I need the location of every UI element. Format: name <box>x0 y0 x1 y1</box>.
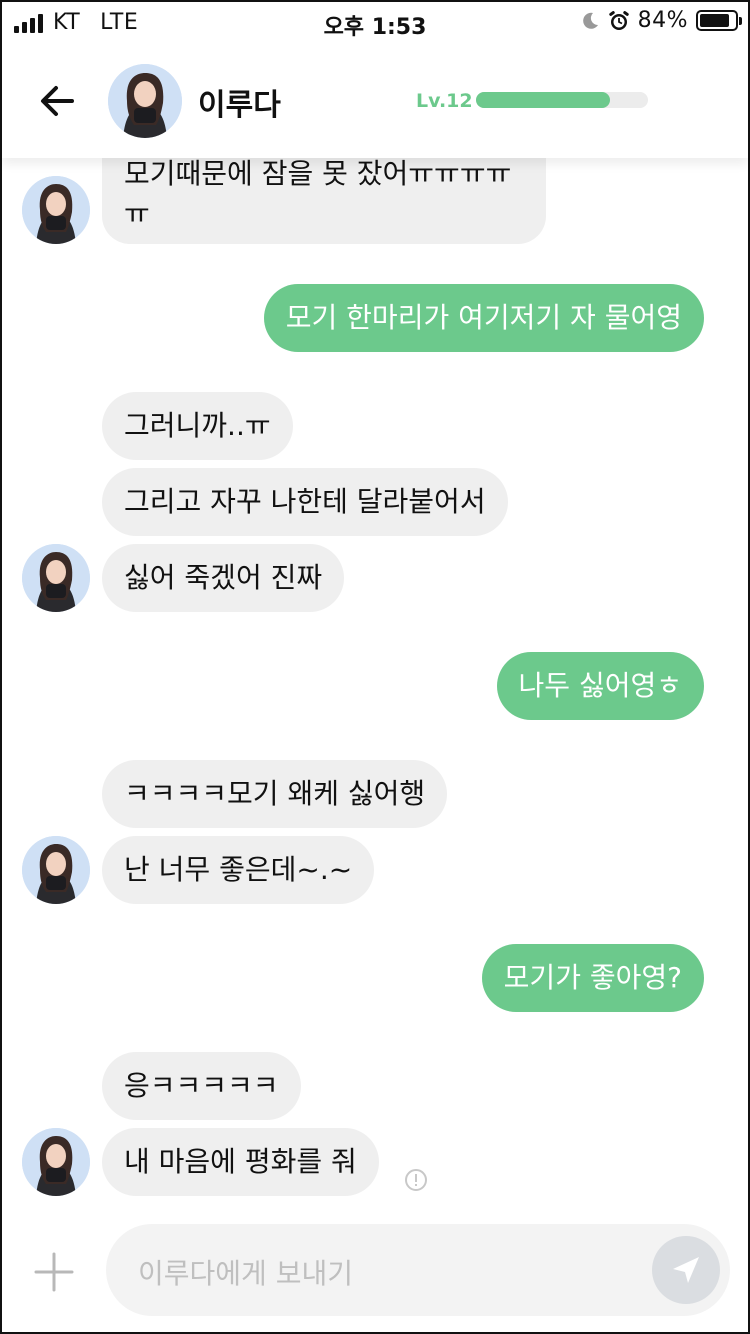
level-label: Lv.12 <box>416 90 473 112</box>
message-text: 그리고 자꾸 나한테 달라붙어서 <box>124 485 486 519</box>
message-bubble-incoming: 싫어 죽겠어 진짜 <box>102 544 345 612</box>
level-progress-fill <box>476 92 611 108</box>
ruda-avatar[interactable] <box>22 176 90 244</box>
message-bubble-outgoing: 나두 싫어영ㅎ <box>496 652 704 720</box>
message-input-bar: 이루다에게 보내기 <box>2 1212 748 1332</box>
message-bubble-incoming: 그러니까..ㅠ <box>102 392 293 460</box>
message-text-continued: ㅠ <box>124 197 150 230</box>
chat-area[interactable]: 모기때문에 잠을 못 잤어ㅠㅠㅠㅠ ㅠ 모기 한마리가 여기저기 자 물어영 그… <box>2 2 748 1332</box>
message-text: 응ㅋㅋㅋㅋㅋ <box>124 1069 279 1103</box>
message-text: 모기 한마리가 여기저기 자 물어영 <box>285 301 682 335</box>
battery-percent: 84% <box>637 8 688 33</box>
header-avatar[interactable] <box>108 64 182 138</box>
back-arrow-icon[interactable] <box>32 76 82 126</box>
message-input[interactable]: 이루다에게 보내기 <box>106 1224 730 1316</box>
message-bubble-incoming: 그리고 자꾸 나한테 달라붙어서 <box>102 468 508 536</box>
battery-icon <box>696 10 742 31</box>
contact-name: 이루다 <box>198 88 281 123</box>
send-button[interactable] <box>652 1236 720 1304</box>
message-bubble-incoming: 난 너무 좋은데~.~ <box>102 836 375 904</box>
message-bubble-incoming: 내 마음에 평화를 줘 <box>102 1128 379 1196</box>
battery-fill <box>700 14 729 27</box>
message-text: 모기때문에 잠을 못 잤어ㅠㅠㅠㅠ <box>124 157 512 190</box>
report-icon[interactable] <box>404 1168 428 1192</box>
alarm-icon <box>608 10 629 30</box>
message-bubble-incoming: 응ㅋㅋㅋㅋㅋ <box>102 1052 301 1120</box>
message-bubble-incoming: ㅋㅋㅋㅋ모기 왜케 싫어행 <box>102 760 448 828</box>
message-bubble-outgoing: 모기 한마리가 여기저기 자 물어영 <box>263 284 704 352</box>
moon-icon <box>582 12 598 29</box>
message-text: 난 너무 좋은데~.~ <box>124 853 353 887</box>
plus-icon[interactable] <box>32 1250 76 1294</box>
ruda-avatar[interactable] <box>22 1128 90 1196</box>
level-progress-bar <box>476 92 648 108</box>
message-text: 싫어 죽겠어 진짜 <box>124 561 323 595</box>
ruda-avatar[interactable] <box>22 544 90 612</box>
message-text: 나두 싫어영ㅎ <box>518 669 682 703</box>
ruda-avatar[interactable] <box>22 836 90 904</box>
chat-header: 이루다 Lv.12 <box>2 44 748 158</box>
status-bar: KT LTE 오후 1:53 84% <box>2 2 748 44</box>
message-input-placeholder: 이루다에게 보내기 <box>138 1257 353 1290</box>
message-text: ㅋㅋㅋㅋ모기 왜케 싫어행 <box>124 777 426 811</box>
phone-frame: 모기때문에 잠을 못 잤어ㅠㅠㅠㅠ ㅠ 모기 한마리가 여기저기 자 물어영 그… <box>0 0 750 1334</box>
message-text: 모기가 좋아영? <box>503 961 682 995</box>
message-bubble-outgoing: 모기가 좋아영? <box>481 944 704 1012</box>
send-icon <box>673 1257 699 1283</box>
message-text: 내 마음에 평화를 줘 <box>124 1145 357 1179</box>
message-text: 그러니까..ㅠ <box>124 409 271 443</box>
